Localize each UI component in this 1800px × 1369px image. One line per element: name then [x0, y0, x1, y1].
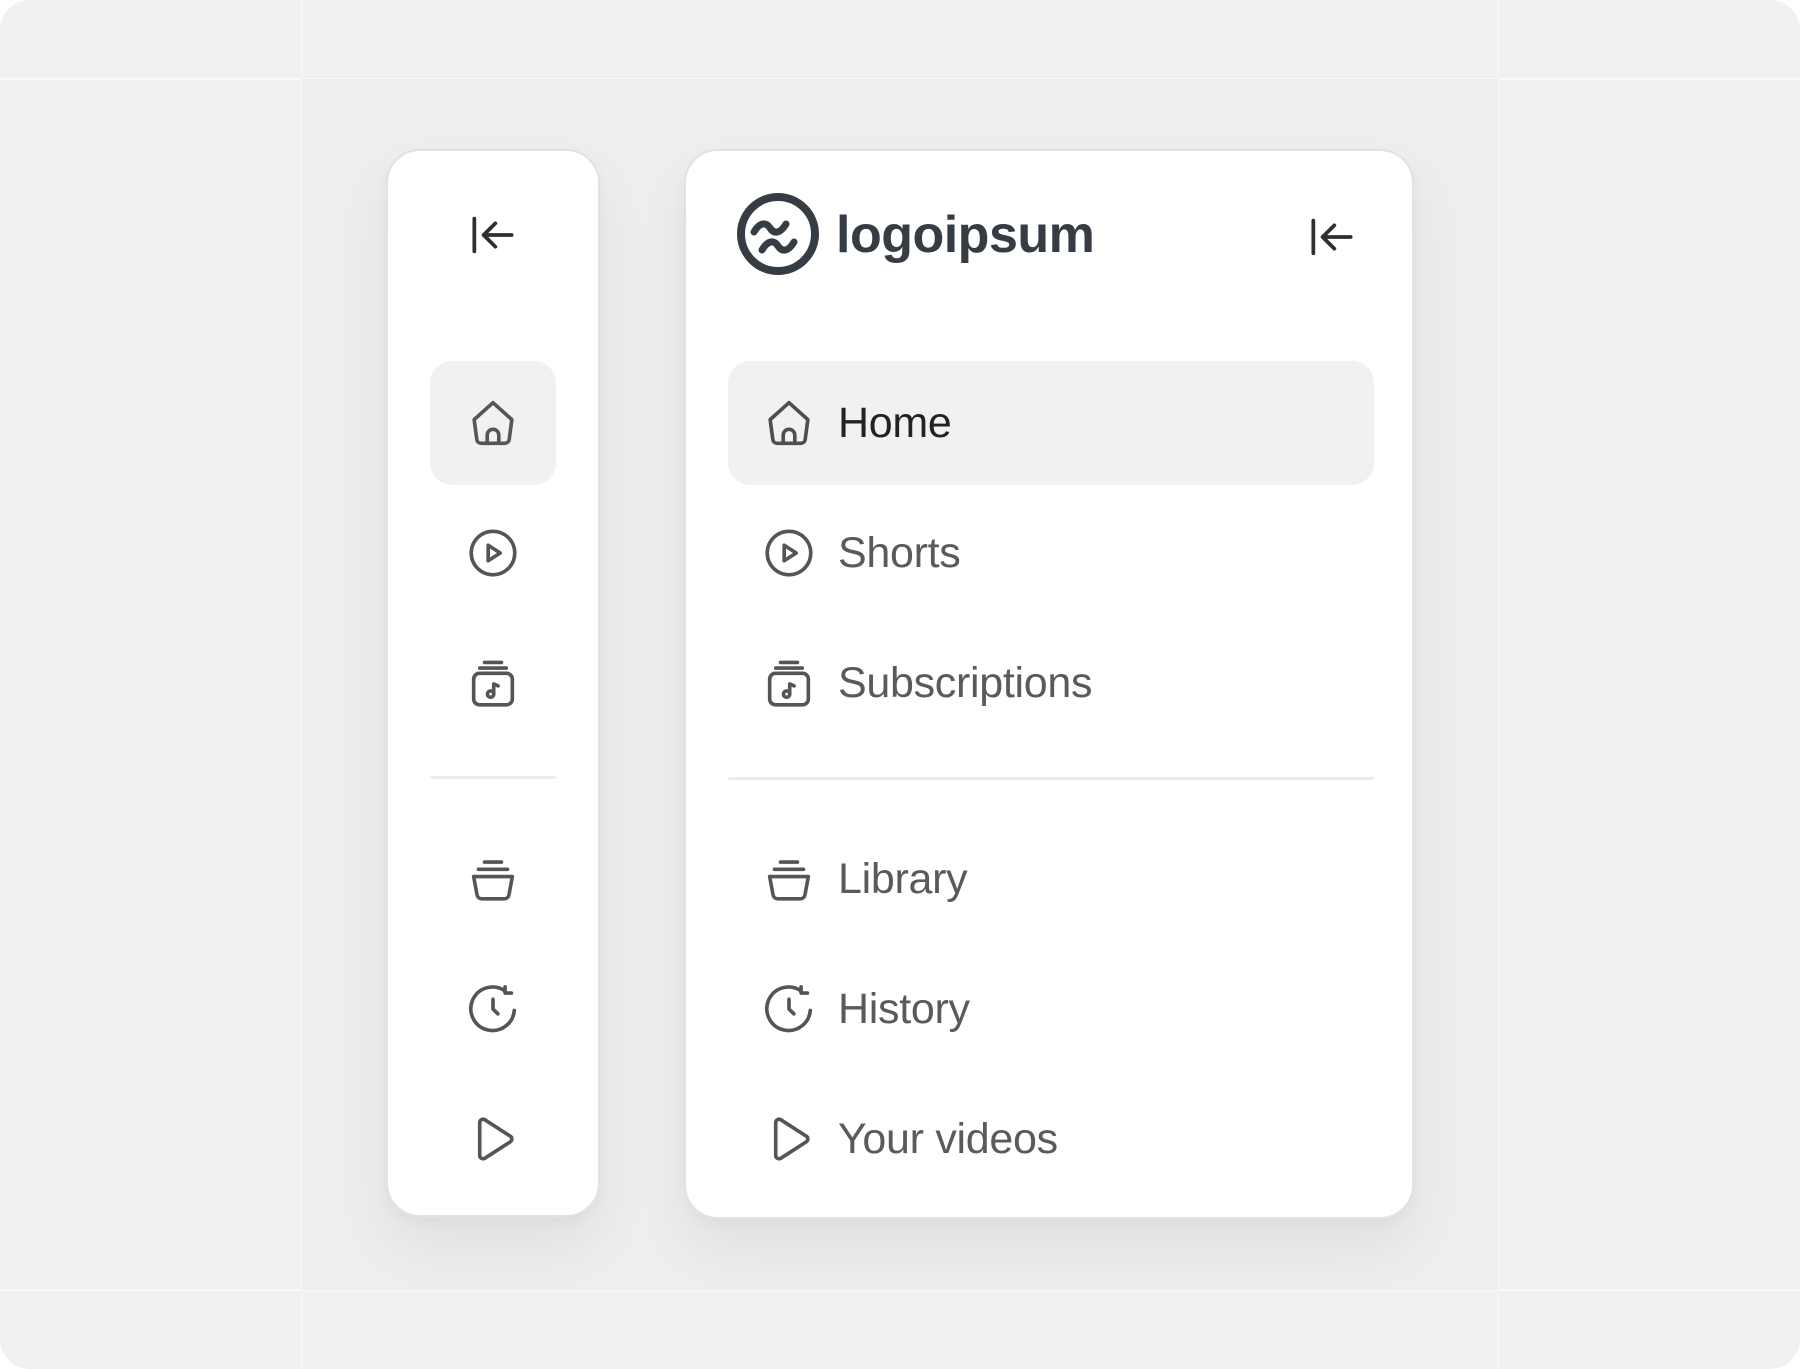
rail-item-history[interactable]: [430, 947, 556, 1071]
rail-item-subscriptions[interactable]: [430, 621, 556, 745]
nav-label: Your videos: [838, 1114, 1058, 1163]
nav-item-your-videos[interactable]: Your videos: [728, 1077, 1374, 1201]
collapsed-sidebar: [386, 149, 600, 1217]
collapse-left-icon[interactable]: [1304, 209, 1360, 265]
logo-text: logoipsum: [836, 206, 1095, 264]
home-icon: [760, 394, 818, 452]
play-icon: [760, 1110, 818, 1168]
canvas-background: logoipsum Home Shorts Subscriptions Libr…: [0, 0, 1800, 1369]
rail-item-home[interactable]: [430, 361, 556, 485]
rail-divider: [430, 776, 556, 779]
rail-item-library[interactable]: [430, 817, 556, 941]
logo-icon: [736, 192, 820, 276]
nav-item-library[interactable]: Library: [728, 817, 1374, 941]
nav-item-shorts[interactable]: Shorts: [728, 491, 1374, 615]
nav-label: Library: [838, 854, 968, 903]
nav-item-subscriptions[interactable]: Subscriptions: [728, 621, 1374, 745]
subscriptions-icon: [464, 654, 522, 712]
play-icon: [464, 1110, 522, 1168]
history-icon: [760, 980, 818, 1038]
collapse-left-icon[interactable]: [465, 207, 521, 263]
nav-label: Home: [838, 398, 952, 447]
rail-item-shorts[interactable]: [430, 491, 556, 615]
play-circle-icon: [760, 524, 818, 582]
play-circle-icon: [464, 524, 522, 582]
library-icon: [464, 850, 522, 908]
nav-label: Subscriptions: [838, 658, 1093, 707]
nav-label: History: [838, 984, 970, 1033]
nav-item-history[interactable]: History: [728, 947, 1374, 1071]
library-icon: [760, 850, 818, 908]
expanded-sidebar: logoipsum Home Shorts Subscriptions Libr…: [684, 149, 1414, 1219]
subscriptions-icon: [760, 654, 818, 712]
history-icon: [464, 980, 522, 1038]
nav-label: Shorts: [838, 528, 961, 577]
home-icon: [464, 394, 522, 452]
nav-divider: [728, 777, 1374, 780]
rail-item-your-videos[interactable]: [430, 1077, 556, 1201]
nav-item-home[interactable]: Home: [728, 361, 1374, 485]
